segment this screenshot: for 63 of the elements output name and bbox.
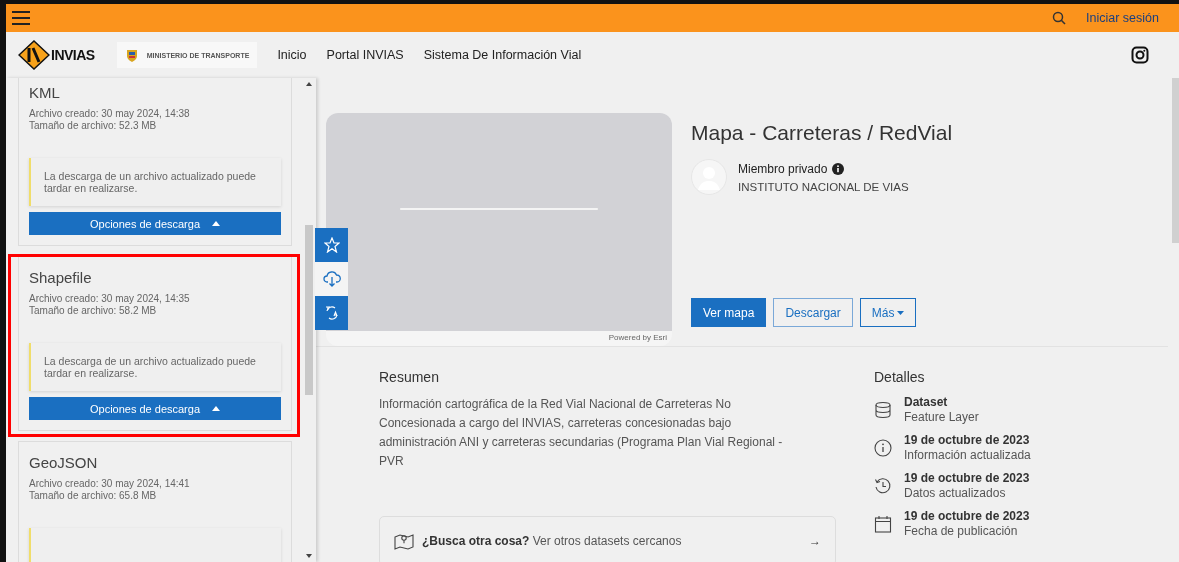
favorite-button[interactable] (315, 228, 348, 262)
detail-title: 19 de octubre de 2023 (904, 509, 1030, 523)
cloud-download-icon (322, 271, 341, 287)
details-heading: Detalles (874, 369, 926, 385)
scroll-up-icon[interactable] (306, 82, 312, 86)
calendar-icon (874, 514, 892, 533)
created-date: Archivo creado: 30 may 2024, 14:35 (29, 293, 191, 305)
nearby-datasets-text: ¿Busca otra cosa? Ver otros datasets cercanos (422, 534, 682, 548)
caret-icon (897, 310, 905, 315)
history-icon (874, 476, 892, 495)
search-icon[interactable] (1052, 11, 1067, 25)
owner-label: Miembro privado (738, 162, 828, 176)
owner-organization: INSTITUTO NACIONAL DE VIAS (738, 181, 909, 193)
download-options-button[interactable]: Opciones de descarga (29, 212, 281, 235)
view-map-button[interactable]: Ver mapa (691, 298, 767, 327)
database-icon (874, 400, 892, 419)
nav-link[interactable]: Sistema De Información Vial (423, 48, 582, 62)
instagram-icon[interactable] (1131, 46, 1149, 64)
detail-subtitle: Fecha de publicación (904, 524, 1019, 538)
format-title: Shapefile (29, 269, 93, 286)
detail-title: 19 de octubre de 2023 (904, 471, 1030, 485)
caret-icon (212, 406, 221, 411)
file-size: Tamaño de archivo: 52.3 MB (29, 120, 158, 132)
map-credit: Powered by Esri (607, 332, 668, 344)
sign-in-link[interactable]: Iniciar sesión (1086, 11, 1159, 25)
translate-icon (323, 305, 340, 321)
summary-text: Información cartográfica de la Red Vial Nacional de Carreteras No Concesionada a cargo del INVIAS, carreteras concesionadas bajo administración ANI y carreteras secundarias (Programa Plan Vial Regional - PVR (379, 396, 784, 470)
diamond-logo-icon (18, 40, 50, 70)
nav-link[interactable]: Inicio (277, 48, 307, 62)
notice-text: La descarga de un archivo actualizado puede tardar en realizarse. (44, 170, 257, 194)
summary-heading: Resumen (379, 369, 440, 385)
detail-title: 19 de octubre de 2023 (904, 433, 1031, 447)
scrollbar-thumb[interactable] (305, 225, 313, 395)
download-button[interactable] (315, 262, 348, 296)
coat-of-arms-icon (124, 47, 139, 63)
menu-icon[interactable] (12, 11, 30, 25)
star-icon (323, 237, 340, 253)
caret-icon (212, 221, 221, 226)
file-size: Tamaño de archivo: 65.8 MB (29, 490, 158, 502)
avatar-icon (691, 159, 727, 195)
created-date: Archivo creado: 30 may 2024, 14:41 (29, 478, 191, 490)
scroll-down-icon[interactable] (306, 554, 312, 558)
item-title: Mapa - Carreteras / RedVial (691, 121, 953, 145)
nearby-datasets-link[interactable]: ¿Busca otra cosa? Ver otros datasets cercanos → (379, 516, 836, 562)
translate-button[interactable] (315, 296, 348, 330)
map-pin-icon (394, 532, 414, 550)
info-icon[interactable] (832, 163, 845, 175)
detail-subtitle: Datos actualizados (904, 486, 1007, 500)
notice-text: La descarga de un archivo actualizado puede tardar en realizarse. (44, 355, 257, 379)
nav-link[interactable]: Portal INVIAS (326, 48, 404, 62)
created-date: Archivo creado: 30 may 2024, 14:38 (29, 108, 191, 120)
detail-subtitle: Feature Layer (904, 410, 979, 424)
format-title: KML (29, 84, 61, 101)
info-icon (874, 438, 892, 457)
more-dropdown-button[interactable]: Más (859, 298, 917, 327)
detail-subtitle: Información actualizada (904, 448, 1031, 462)
file-size: Tamaño de archivo: 58.2 MB (29, 305, 158, 317)
format-title: GeoJSON (29, 454, 99, 471)
download-button[interactable]: Descargar (773, 298, 853, 327)
detail-title: Dataset (904, 395, 949, 409)
download-options-button[interactable]: Opciones de descarga (29, 397, 281, 420)
logo-text[interactable]: INVIAS (51, 47, 95, 63)
arrow-icon: → (809, 534, 821, 548)
